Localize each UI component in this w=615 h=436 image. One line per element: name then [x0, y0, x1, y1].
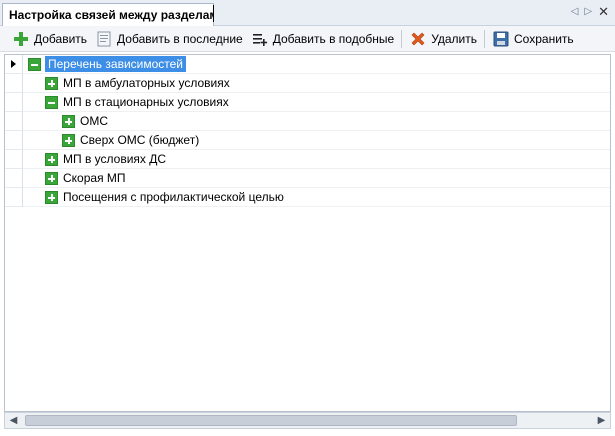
tree-node-label: Посещения с профилактической целью: [63, 190, 284, 204]
add-to-last-label: Добавить в последние: [117, 31, 243, 46]
add-to-similar-button[interactable]: Добавить в подобные: [247, 28, 398, 50]
toolbar-divider: [401, 29, 403, 48]
add-to-similar-label: Добавить в подобные: [272, 31, 395, 46]
tree-cell: Скорая МП: [23, 169, 610, 188]
row-indicator: [5, 112, 23, 131]
toolbar: Добавить Добавить в последние Добавить в…: [0, 26, 615, 52]
text-cursor: [213, 5, 214, 22]
save-button-label: Сохранить: [514, 31, 574, 46]
tree-cell: Перечень зависимостей: [23, 55, 610, 74]
window-title: Настройка связей между разделами: [9, 8, 214, 22]
row-indicator: [5, 55, 23, 74]
prev-tab-icon[interactable]: ◁: [571, 6, 579, 18]
scroll-right-icon[interactable]: ▶: [593, 413, 610, 428]
row-indicator: [5, 131, 23, 150]
settings-window: Настройка связей между разделами ◁ ▷ ✕ Д…: [0, 0, 615, 436]
floppy-disk-icon: [492, 30, 510, 48]
tree-node-label: Сверх ОМС (бюджет): [80, 133, 200, 147]
expand-icon[interactable]: [45, 191, 58, 204]
row-indicator: [5, 93, 23, 112]
add-to-last-button[interactable]: Добавить в последние: [91, 28, 247, 50]
tree-node-label: МП в амбулаторных условиях: [63, 76, 230, 90]
row-indicator: [5, 188, 23, 207]
tree-row[interactable]: Перечень зависимостей: [5, 55, 610, 74]
scrollbar-thumb[interactable]: [25, 415, 517, 426]
collapse-icon[interactable]: [45, 96, 58, 109]
tree-node-label: Перечень зависимостей: [45, 56, 187, 72]
horizontal-scrollbar[interactable]: ◀ ▶: [4, 412, 611, 429]
title-controls: ◁ ▷ ✕: [571, 5, 609, 18]
tree-node-label: МП в условиях ДС: [63, 152, 167, 166]
add-button[interactable]: Добавить: [8, 28, 91, 50]
expand-icon[interactable]: [45, 153, 58, 166]
expand-icon[interactable]: [62, 134, 75, 147]
tree-cell: Посещения с профилактической целью: [23, 188, 610, 207]
tree-node-label: Скорая МП: [63, 171, 126, 185]
tree-cell: МП в амбулаторных условиях: [23, 74, 610, 93]
plus-icon: [12, 30, 30, 48]
delete-x-icon: [409, 30, 427, 48]
tree-row[interactable]: Скорая МП: [5, 169, 610, 188]
delete-button-label: Удалить: [431, 31, 478, 46]
list-add-icon: [251, 30, 269, 48]
tree-row[interactable]: МП в стационарных условиях: [5, 93, 610, 112]
expand-icon[interactable]: [62, 115, 75, 128]
collapse-icon[interactable]: [28, 58, 41, 71]
save-button[interactable]: Сохранить: [488, 28, 578, 50]
title-bar: Настройка связей между разделами ◁ ▷ ✕: [0, 0, 615, 27]
tree-row[interactable]: Посещения с профилактической целью: [5, 188, 610, 207]
expand-icon[interactable]: [45, 172, 58, 185]
tree-row[interactable]: МП в условиях ДС: [5, 150, 610, 169]
tree-row[interactable]: ОМС: [5, 112, 610, 131]
toolbar-divider: [484, 29, 486, 48]
add-button-label: Добавить: [34, 31, 88, 46]
tree-cell: МП в стационарных условиях: [23, 93, 610, 112]
dependency-tree: Перечень зависимостей МП в амбулаторных …: [4, 54, 611, 412]
next-tab-icon[interactable]: ▷: [584, 6, 592, 18]
expand-icon[interactable]: [45, 77, 58, 90]
scroll-left-icon[interactable]: ◀: [5, 413, 22, 428]
window-tab[interactable]: Настройка связей между разделами: [2, 3, 214, 27]
tree-row[interactable]: МП в амбулаторных условиях: [5, 74, 610, 93]
tree-cell: Сверх ОМС (бюджет): [23, 131, 610, 150]
tree-cell: ОМС: [23, 112, 610, 131]
row-indicator: [5, 74, 23, 93]
close-icon[interactable]: ✕: [598, 5, 609, 18]
current-row-arrow-icon: [11, 60, 16, 68]
row-indicator: [5, 169, 23, 188]
tree-cell: МП в условиях ДС: [23, 150, 610, 169]
tree-row[interactable]: Сверх ОМС (бюджет): [5, 131, 610, 150]
row-indicator: [5, 150, 23, 169]
delete-button[interactable]: Удалить: [405, 28, 481, 50]
tree-node-label: МП в стационарных условиях: [63, 95, 229, 109]
tree-node-label: ОМС: [80, 114, 108, 128]
document-list-icon: [95, 30, 113, 48]
